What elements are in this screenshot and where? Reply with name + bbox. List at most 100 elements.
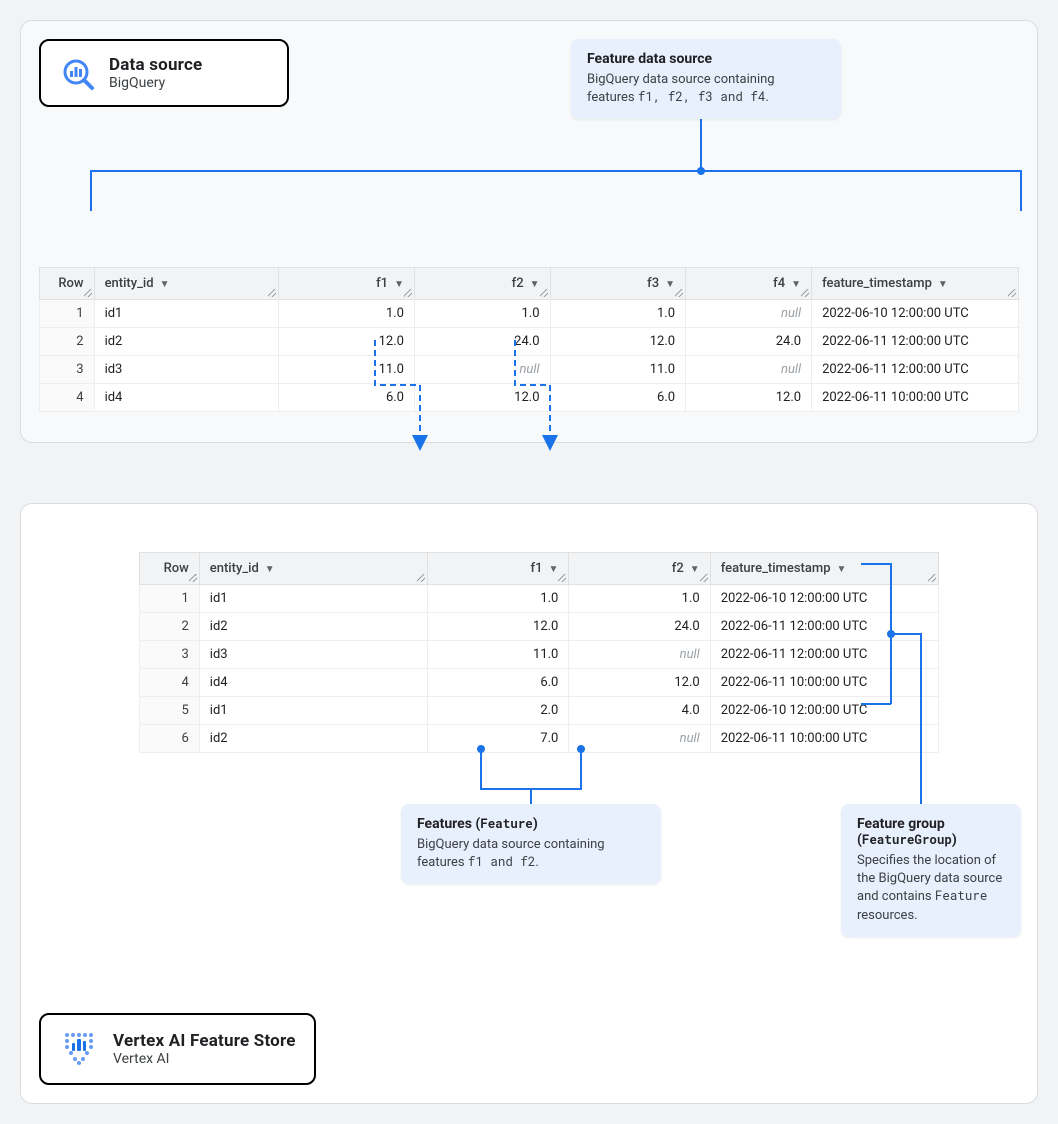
table-row: 6id27.0null2022-06-11 10:00:00 UTC — [140, 725, 939, 753]
feature-store-title: Vertex AI Feature Store — [113, 1031, 296, 1051]
cell-row: 6 — [140, 725, 200, 753]
cell-row: 1 — [140, 585, 200, 613]
col-timestamp[interactable]: feature_timestamp▼ — [710, 553, 938, 585]
cell-null: null — [569, 641, 710, 669]
cell-row: 3 — [140, 641, 200, 669]
callout-body: BigQuery data source containing features… — [417, 836, 645, 872]
cell-row: 2 — [140, 613, 200, 641]
b-code: f1 and f2 — [468, 854, 536, 870]
chevron-down-icon: ▼ — [791, 279, 801, 290]
cell-value: 1.0 — [414, 300, 550, 328]
col-row[interactable]: Row — [140, 553, 200, 585]
b-end: . — [535, 855, 538, 870]
b-end: resources. — [857, 908, 918, 923]
cell-value: 24.0 — [569, 613, 710, 641]
cell-value: 6.0 — [550, 384, 686, 412]
chevron-down-icon: ▼ — [530, 279, 540, 290]
feature-store-sub: Vertex AI — [113, 1051, 296, 1067]
callout-title: Features (Feature) — [417, 816, 645, 832]
callout-title: Feature data source — [587, 51, 825, 67]
cell-value: 12.0 — [686, 384, 812, 412]
cell-value: 1.0 — [428, 585, 569, 613]
col-entity-id[interactable]: entity_id▼ — [94, 268, 279, 300]
chevron-down-icon: ▼ — [160, 279, 170, 290]
col-f4[interactable]: f4▼ — [686, 268, 812, 300]
col-row[interactable]: Row — [40, 268, 95, 300]
col-f1[interactable]: f1▼ — [279, 268, 415, 300]
table-row: 4id46.012.06.012.02022-06-11 10:00:00 UT… — [40, 384, 1019, 412]
table-row: 1id11.01.02022-06-10 12:00:00 UTC — [140, 585, 939, 613]
table-row: 1id11.01.01.0null2022-06-10 12:00:00 UTC — [40, 300, 1019, 328]
cell-null: null — [569, 725, 710, 753]
cell-value: 12.0 — [569, 669, 710, 697]
bigquery-table: Row entity_id▼ f1▼ f2▼ f3▼ f4▼ feature_t… — [39, 267, 1019, 412]
cell-entity-id: id4 — [94, 384, 279, 412]
col-f1[interactable]: f1▼ — [428, 553, 569, 585]
cell-value: 24.0 — [414, 328, 550, 356]
table-row: 5id12.04.02022-06-10 12:00:00 UTC — [140, 697, 939, 725]
cell-value: 24.0 — [686, 328, 812, 356]
col-f2[interactable]: f2▼ — [569, 553, 710, 585]
chevron-down-icon: ▼ — [690, 564, 700, 575]
cell-null: null — [686, 300, 812, 328]
callout-feature-data-source: Feature data source BigQuery data source… — [571, 39, 841, 119]
cell-value: 12.0 — [279, 328, 415, 356]
t: Features ( — [417, 816, 480, 832]
cell-row: 2 — [40, 328, 95, 356]
col-entity-id[interactable]: entity_id▼ — [199, 553, 427, 585]
cell-timestamp: 2022-06-10 12:00:00 UTC — [710, 697, 938, 725]
cell-timestamp: 2022-06-11 10:00:00 UTC — [710, 669, 938, 697]
data-source-title: Data source — [109, 55, 202, 75]
cell-value: 11.0 — [279, 356, 415, 384]
t-end: ) — [952, 832, 957, 848]
cell-row: 5 — [140, 697, 200, 725]
chevron-down-icon: ▼ — [938, 279, 948, 290]
table-row: 3id311.0null11.0null2022-06-11 12:00:00 … — [40, 356, 1019, 384]
cell-entity-id: id2 — [199, 725, 427, 753]
callout-feature-group: Feature group (FeatureGroup) Specifies t… — [841, 804, 1021, 937]
cell-value: 6.0 — [428, 669, 569, 697]
data-source-card: Data source BigQuery — [39, 39, 289, 107]
t-end: ) — [533, 816, 538, 832]
t-code: FeatureGroup — [862, 832, 952, 848]
cell-value: 4.0 — [569, 697, 710, 725]
b-code: Feature — [935, 888, 988, 904]
col-f3[interactable]: f3▼ — [550, 268, 686, 300]
callout-features: Features (Feature) BigQuery data source … — [401, 804, 661, 884]
cell-timestamp: 2022-06-11 12:00:00 UTC — [710, 641, 938, 669]
cell-value: 12.0 — [414, 384, 550, 412]
table-feature-store: Row entity_id▼ f1▼ f2▼ feature_timestamp… — [139, 552, 939, 753]
cell-entity-id: id4 — [199, 669, 427, 697]
table-header-row: Row entity_id▼ f1▼ f2▼ f3▼ f4▼ feature_t… — [40, 268, 1019, 300]
col-f2[interactable]: f2▼ — [414, 268, 550, 300]
cell-timestamp: 2022-06-11 10:00:00 UTC — [812, 384, 1019, 412]
cell-entity-id: id2 — [94, 328, 279, 356]
data-source-panel: Data source BigQuery Feature data source… — [20, 20, 1038, 443]
cell-timestamp: 2022-06-10 12:00:00 UTC — [710, 585, 938, 613]
cell-value: 1.0 — [550, 300, 686, 328]
cell-row: 1 — [40, 300, 95, 328]
callout-body: Specifies the location of the BigQuery d… — [857, 852, 1005, 925]
cell-entity-id: id1 — [94, 300, 279, 328]
feature-store-card: Vertex AI Feature Store Vertex AI — [39, 1013, 316, 1085]
cell-value: 11.0 — [428, 641, 569, 669]
cell-row: 3 — [40, 356, 95, 384]
chevron-down-icon: ▼ — [265, 564, 275, 575]
t-code: Feature — [480, 816, 533, 832]
cell-timestamp: 2022-06-11 10:00:00 UTC — [710, 725, 938, 753]
chevron-down-icon: ▼ — [837, 564, 847, 575]
feature-store-table-wrap: Row entity_id▼ f1▼ f2▼ feature_timestamp… — [139, 552, 939, 753]
callout-text-end: . — [765, 90, 768, 105]
cell-value: 1.0 — [569, 585, 710, 613]
callout-body: BigQuery data source containing features… — [587, 71, 825, 107]
table-row: 3id311.0null2022-06-11 12:00:00 UTC — [140, 641, 939, 669]
cell-entity-id: id3 — [199, 641, 427, 669]
table-row: 2id212.024.02022-06-11 12:00:00 UTC — [140, 613, 939, 641]
cell-null: null — [686, 356, 812, 384]
cell-value: 7.0 — [428, 725, 569, 753]
cell-timestamp: 2022-06-11 12:00:00 UTC — [812, 328, 1019, 356]
data-source-sub: BigQuery — [109, 75, 202, 91]
cell-entity-id: id1 — [199, 697, 427, 725]
col-timestamp[interactable]: feature_timestamp▼ — [812, 268, 1019, 300]
cell-value: 11.0 — [550, 356, 686, 384]
